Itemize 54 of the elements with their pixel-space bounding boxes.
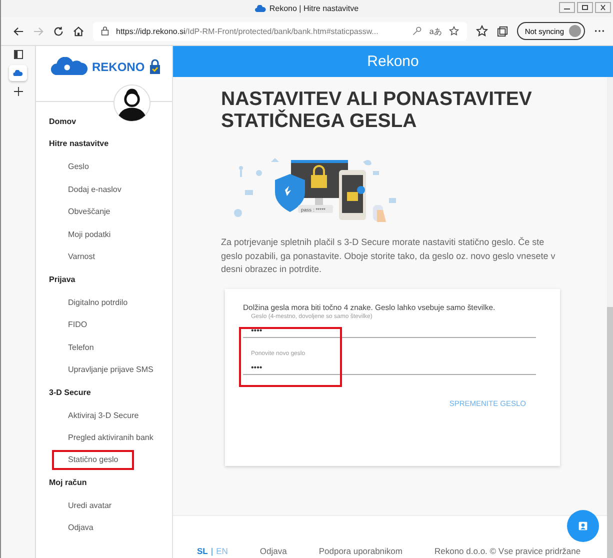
- avatar-icon[interactable]: [113, 84, 151, 122]
- nav-item[interactable]: Telefon: [62, 336, 100, 359]
- contact-card-icon: [578, 521, 588, 531]
- nav-item[interactable]: Moji podatki: [62, 222, 117, 246]
- nav-item[interactable]: Aktiviraj 3-D Secure: [62, 404, 145, 426]
- password-field[interactable]: ••••: [243, 356, 536, 374]
- nav-section[interactable]: Hitre nastavitve: [49, 132, 109, 156]
- page-heading: NASTAVITEV ALI PONASTAVITEV STATIČNEGA GESLA: [221, 88, 533, 132]
- nav-item[interactable]: Statično geslo: [52, 450, 134, 470]
- maximize-button[interactable]: [577, 2, 593, 13]
- footer-link[interactable]: Rekono d.o.o. © Vse pravice pridržane: [434, 546, 581, 556]
- password-field[interactable]: ••••: [243, 320, 536, 338]
- nav-item[interactable]: Odjava: [62, 516, 100, 540]
- header-title: Rekono: [367, 53, 419, 70]
- back-icon[interactable]: [13, 26, 24, 36]
- cloud-logo-icon: [50, 57, 88, 76]
- padlock-icon: [148, 58, 161, 74]
- nav-item[interactable]: Varnost: [62, 246, 101, 268]
- cloud-icon: [13, 70, 23, 76]
- scrollbar[interactable]: [607, 77, 613, 558]
- tab-actions-icon[interactable]: [14, 50, 22, 59]
- footer-link[interactable]: Odjava: [260, 546, 287, 556]
- window-title: Rekono | Hitre nastavitve: [269, 4, 359, 13]
- more-icon[interactable]: [594, 29, 605, 33]
- nav-item[interactable]: Dodaj e-naslov: [62, 178, 128, 200]
- nav-section[interactable]: Moj račun: [49, 472, 87, 494]
- nav-section[interactable]: Prijava: [49, 268, 76, 291]
- description-text: Za potrjevanje spletnih plačil s 3-D Secure morate nastaviti statično geslo. Če ste geslo pozabili, ga ponastavite. Oboje storite tako, da geslo oz. novo geslo vnesete v desni obrazec in potrdite.: [221, 236, 556, 276]
- cloud-icon: [255, 5, 266, 12]
- nav-section[interactable]: Domov: [49, 110, 76, 133]
- close-button[interactable]: [595, 2, 611, 13]
- nav-item[interactable]: Digitalno potrdilo: [62, 290, 134, 314]
- nav-item[interactable]: Upravljanje prijave SMS: [62, 358, 160, 382]
- footer-link[interactable]: Podpora uporabnikom: [318, 546, 402, 556]
- new-tab-icon[interactable]: [14, 87, 22, 96]
- star-icon[interactable]: [448, 26, 459, 36]
- nav-item[interactable]: Uredi avatar: [62, 494, 118, 517]
- favorites-icon[interactable]: [476, 25, 488, 37]
- read-aloud-button[interactable]: aあ: [429, 26, 442, 36]
- reload-icon[interactable]: [53, 26, 64, 36]
- nav-item[interactable]: Pregled aktiviranih bank: [62, 426, 160, 449]
- address-bar[interactable]: https://idp.rekono.si/IdP-RM-Front/protected/bank/bank.htm#staticpassw... aあ: [93, 22, 467, 40]
- nav-section[interactable]: 3-D Secure: [49, 381, 91, 404]
- language-separator: |: [210, 546, 214, 556]
- nav-item[interactable]: FIDO: [62, 313, 94, 336]
- collections-icon[interactable]: [496, 26, 508, 36]
- lock-icon: [101, 26, 109, 36]
- nav-item[interactable]: Geslo: [62, 155, 95, 178]
- nav-item[interactable]: Obveščanje: [62, 200, 116, 223]
- tab-button[interactable]: [9, 65, 27, 81]
- minimize-button[interactable]: [559, 2, 575, 13]
- language-option[interactable]: SL: [197, 546, 208, 556]
- brand-name: REKONO: [92, 60, 145, 74]
- home-icon[interactable]: [73, 26, 84, 36]
